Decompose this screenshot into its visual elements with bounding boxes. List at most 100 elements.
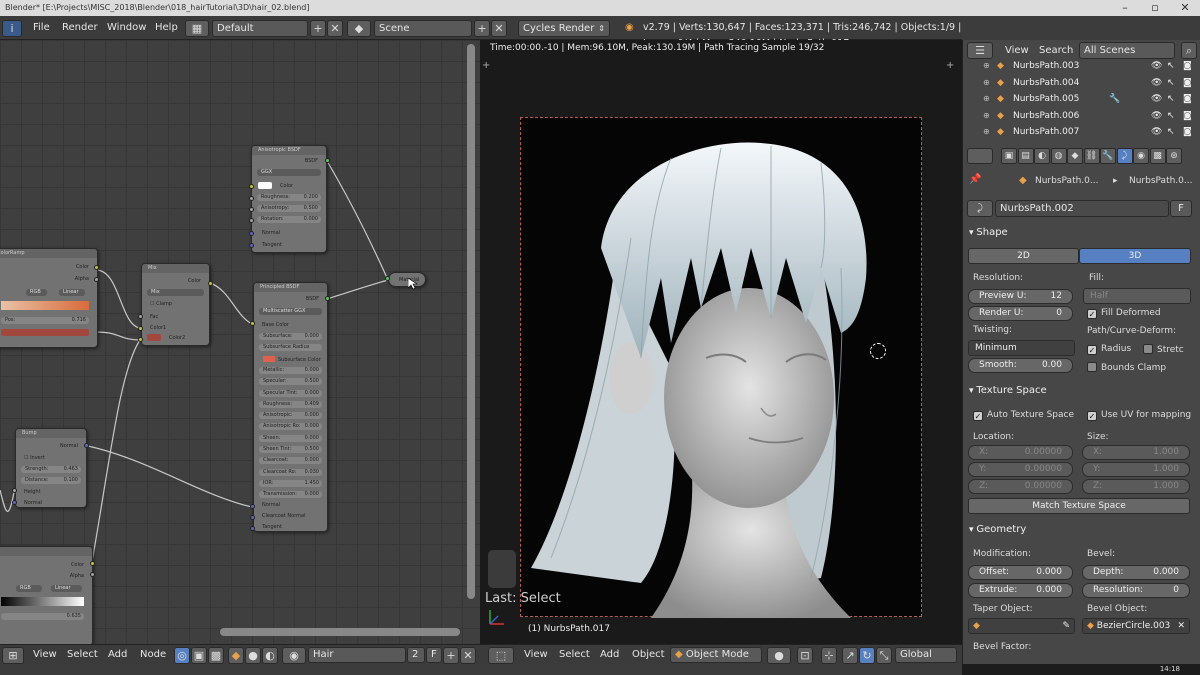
node-principled-bsdf[interactable]: Principled BSDF BSDF Multiscatter GGX Ba… bbox=[253, 282, 328, 532]
properties-editor[interactable]: ▣ ▤ ◐ ◍ ◆ ⛓ 🔧 ⤸ ◉ ▩ ⊛ 📌 ◆ NurbsPath.0... ▸ NurbsPa… bbox=[962, 143, 1200, 675]
menu-file[interactable]: File bbox=[33, 20, 50, 36]
breadcrumb-data[interactable]: NurbsPath.0... bbox=[1129, 176, 1192, 186]
mix-color1-socket[interactable] bbox=[138, 326, 143, 331]
constraints-tab-icon[interactable]: ⛓ bbox=[1083, 148, 1100, 164]
visibility-eye-icon[interactable]: 👁 bbox=[1151, 124, 1162, 140]
world-shader-icon[interactable]: ● bbox=[245, 647, 261, 664]
minimize-icon[interactable]: – bbox=[1110, 0, 1140, 16]
mix-clamp-checkbox[interactable]: ☐ Clamp bbox=[150, 301, 172, 307]
taper-object-field[interactable]: ◆ ✎ bbox=[968, 618, 1075, 634]
principled-base-color-socket[interactable] bbox=[250, 321, 255, 326]
view3d-menu-select[interactable]: Select bbox=[559, 648, 590, 662]
rotate-icon[interactable]: ↻ bbox=[859, 647, 875, 664]
scene-icon[interactable]: ◆ bbox=[347, 20, 371, 37]
close-icon[interactable]: ✕ bbox=[1170, 0, 1200, 16]
fill-mode-select[interactable]: Half bbox=[1083, 288, 1191, 304]
select-arrow-icon[interactable]: ↖ bbox=[1167, 124, 1175, 140]
panel-texture-space-header[interactable]: Texture Space bbox=[963, 382, 1200, 400]
modifiers-tab-icon[interactable]: 🔧 bbox=[1100, 148, 1116, 164]
select-arrow-icon[interactable]: ↖ bbox=[1167, 108, 1175, 124]
add-material-button[interactable]: + bbox=[443, 647, 459, 664]
pin-icon[interactable]: 📌 bbox=[969, 174, 981, 185]
scene-tab-icon[interactable]: ◐ bbox=[1034, 148, 1050, 164]
visibility-eye-icon[interactable]: 👁 bbox=[1151, 75, 1162, 91]
visibility-eye-icon[interactable]: 👁 bbox=[1151, 108, 1162, 124]
offset-field[interactable]: Offset: 0.000 bbox=[968, 565, 1073, 580]
visibility-eye-icon[interactable]: 👁 bbox=[1151, 91, 1162, 107]
principled-row[interactable]: Subsurface: 0.000 bbox=[259, 333, 322, 340]
menu-window[interactable]: Window bbox=[107, 20, 146, 36]
ramp2-color-socket[interactable] bbox=[90, 561, 95, 566]
principled-row[interactable]: Metallic: 0.000 bbox=[259, 366, 322, 374]
view3d-menu-view[interactable]: View bbox=[524, 648, 548, 662]
mix-color2-swatch[interactable] bbox=[147, 334, 161, 341]
bump-normal-in-socket[interactable] bbox=[12, 500, 17, 505]
add-scene-button[interactable]: + bbox=[474, 20, 490, 37]
expand-icon[interactable]: ⊕ bbox=[983, 108, 990, 124]
material-fake-user[interactable]: F bbox=[426, 647, 442, 663]
mix-color2-socket[interactable] bbox=[138, 337, 143, 342]
physics-tab-icon[interactable]: ⊛ bbox=[1166, 148, 1182, 164]
select-arrow-icon[interactable]: ↖ bbox=[1167, 91, 1175, 107]
breadcrumb-object[interactable]: NurbsPath.0... bbox=[1035, 176, 1098, 186]
menu-render[interactable]: Render bbox=[62, 20, 98, 36]
node-editor[interactable]: Anisotropic BSDF BSDF GGX Color Roughnes… bbox=[0, 40, 480, 644]
output-surface-socket[interactable] bbox=[385, 276, 390, 281]
viewport-plus-icon-right[interactable]: + bbox=[946, 60, 954, 71]
ramp-stop-color[interactable] bbox=[1, 329, 89, 336]
preview-u-field[interactable]: Preview U: 12 bbox=[968, 289, 1073, 304]
interaction-mode-select[interactable]: ◆ Object Mode bbox=[670, 647, 762, 663]
mix-fac-socket[interactable] bbox=[138, 314, 143, 319]
render-tab-icon[interactable]: ▣ bbox=[1001, 148, 1017, 164]
outliner-type-icon[interactable]: ☰ bbox=[967, 42, 993, 59]
expand-icon[interactable]: ⊕ bbox=[983, 75, 990, 91]
twisting-select[interactable]: Minimum bbox=[968, 340, 1075, 356]
principled-distribution-select[interactable]: Multiscatter GGX bbox=[259, 308, 322, 315]
principled-row[interactable]: Subsurface Radius bbox=[259, 344, 322, 352]
ramp-alpha-socket[interactable] bbox=[94, 277, 99, 282]
aniso-bsdf-socket[interactable] bbox=[325, 158, 330, 163]
ramp-mode-select[interactable]: RGB bbox=[26, 289, 47, 296]
properties-type-icon[interactable] bbox=[967, 148, 993, 164]
principled-row[interactable]: Subsurface Color bbox=[259, 355, 322, 363]
shader-nodes-icon[interactable]: ◎ bbox=[174, 647, 190, 664]
outliner-menu-search[interactable]: Search bbox=[1039, 43, 1073, 59]
node-colorramp[interactable]: ColorRamp Color Alpha RGB Linear Pos:0.7… bbox=[0, 248, 98, 348]
outliner-row[interactable]: ⊕ ◆ NurbsPath.007 👁 ↖ ◙ bbox=[963, 124, 1200, 140]
material-tab-icon[interactable]: ◉ bbox=[1133, 148, 1149, 164]
use-uv-mapping-checkbox[interactable]: ✓ Use UV for mapping bbox=[1087, 410, 1191, 421]
size-x-field[interactable]: X: 1.000 bbox=[1082, 445, 1190, 460]
mix-out-socket[interactable] bbox=[208, 281, 213, 286]
principled-bsdf-socket[interactable] bbox=[325, 296, 330, 301]
outliner-row[interactable]: ⊕ ◆ NurbsPath.006 👁 ↖ ◙ bbox=[963, 108, 1200, 124]
add-layout-button[interactable]: + bbox=[310, 20, 326, 37]
eyedropper-icon[interactable]: ✎ bbox=[1062, 619, 1070, 633]
shape-3d-button[interactable]: 3D bbox=[1079, 248, 1191, 264]
bevel-resolution-field[interactable]: Resolution: 0 bbox=[1082, 583, 1190, 598]
principled-row[interactable]: Anisotropic Ro: 0.000 bbox=[259, 423, 322, 431]
3d-cursor-icon[interactable] bbox=[870, 343, 886, 359]
node-menu-view[interactable]: View bbox=[33, 648, 57, 662]
data-tab-icon[interactable]: ⤸ bbox=[1116, 148, 1133, 164]
translate-icon[interactable]: ↗ bbox=[842, 647, 858, 664]
ramp2-interp-select[interactable]: Linear bbox=[51, 585, 82, 592]
render-camera-icon[interactable]: ◙ bbox=[1183, 58, 1192, 74]
extrude-field[interactable]: Extrude: 0.000 bbox=[968, 583, 1073, 598]
select-arrow-icon[interactable]: ↖ bbox=[1167, 58, 1175, 74]
stretch-checkbox[interactable]: Stretc bbox=[1143, 344, 1184, 355]
bump-distance-field[interactable]: Distance: 0.100 bbox=[21, 477, 81, 484]
bump-invert-checkbox[interactable]: ☐ Invert bbox=[24, 455, 45, 461]
world-tab-icon[interactable]: ◍ bbox=[1050, 148, 1067, 164]
scale-icon[interactable]: ⤡ bbox=[876, 647, 892, 664]
material-browse-icon[interactable]: ◉ bbox=[282, 647, 306, 664]
select-arrow-icon[interactable]: ↖ bbox=[1167, 75, 1175, 91]
render-camera-icon[interactable]: ◙ bbox=[1183, 108, 1192, 124]
mix-mode-select[interactable]: Mix bbox=[147, 289, 204, 296]
visibility-eye-icon[interactable]: 👁 bbox=[1151, 58, 1162, 74]
auto-texture-space-checkbox[interactable]: ✓ Auto Texture Space bbox=[973, 410, 1074, 421]
bevel-object-field[interactable]: ◆ BezierCircle.003 ✕ bbox=[1082, 618, 1190, 634]
bevel-depth-field[interactable]: Depth: 0.000 bbox=[1082, 565, 1190, 580]
aniso-anisotropy-field[interactable]: Anisotropy: 0.500 bbox=[257, 205, 321, 212]
smooth-field[interactable]: Smooth: 0.00 bbox=[968, 358, 1073, 373]
curve-fake-user[interactable]: F bbox=[1170, 200, 1192, 217]
